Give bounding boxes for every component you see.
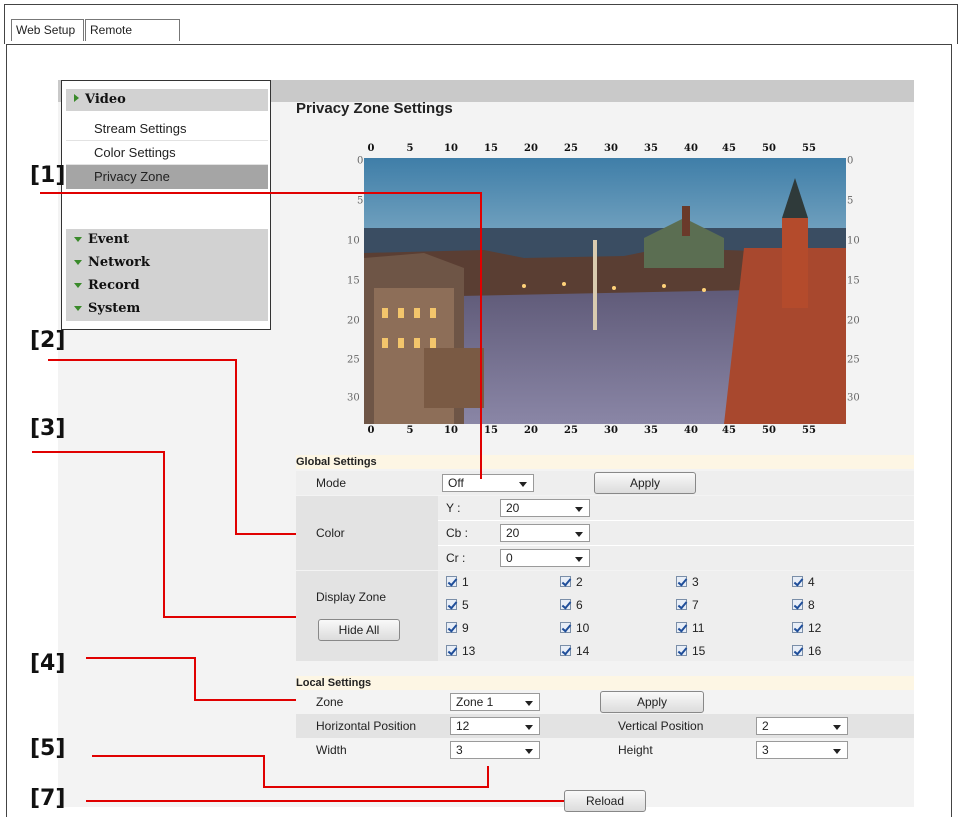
callout-7: [7] [30, 786, 66, 811]
callout-2: [2] [30, 328, 66, 353]
callout-line-4 [86, 657, 296, 701]
callout-3: [3] [30, 416, 66, 441]
callout-4: [4] [30, 651, 66, 676]
callout-line-2 [48, 359, 296, 535]
callout-line-5 [92, 755, 489, 788]
callout-line-1 [40, 192, 482, 479]
callout-lines [32, 192, 564, 802]
callout-1: [1] [30, 163, 66, 188]
callout-5: [5] [30, 736, 66, 761]
